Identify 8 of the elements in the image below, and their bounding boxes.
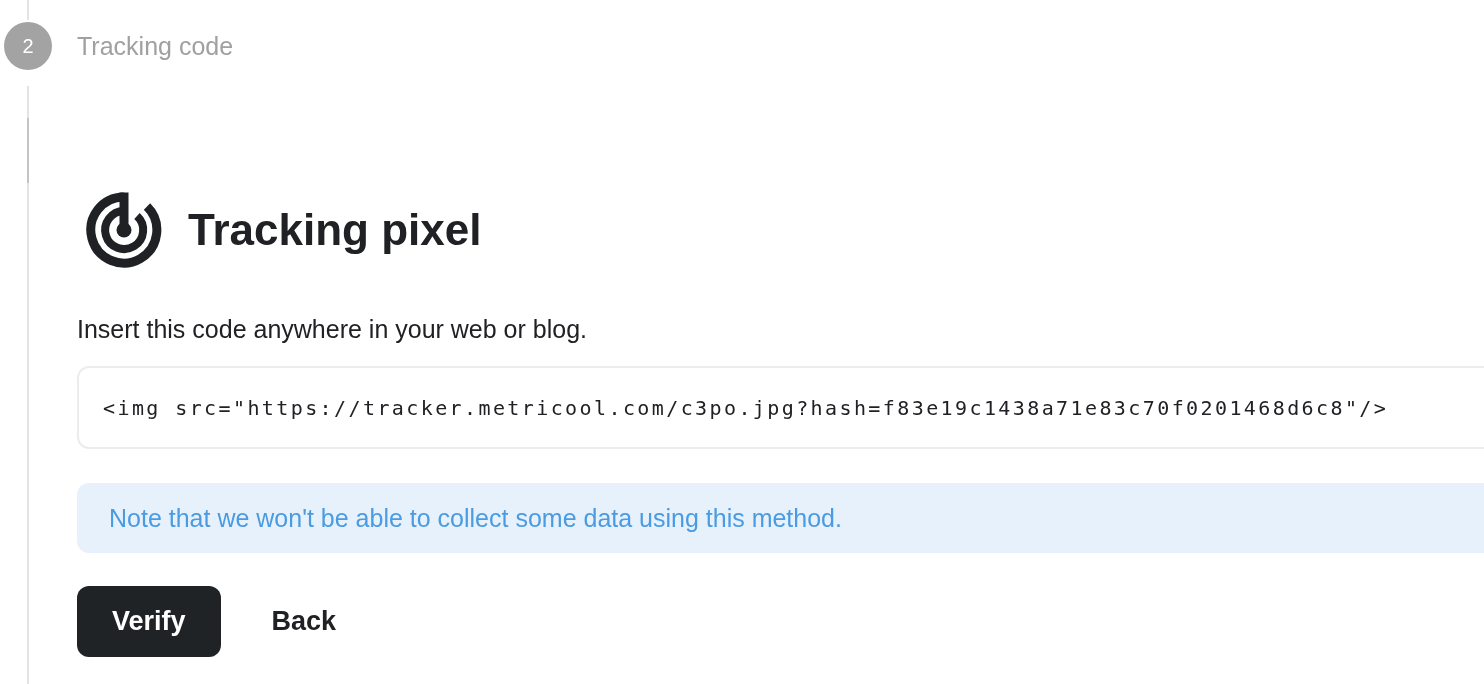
page-heading: Tracking pixel [188,205,482,255]
code-snippet[interactable]: <img src="https://tracker.metricool.com/c3po.jpg?hash=f83e19c1438a71e83c70f0201468d6c8"/> [77,366,1484,449]
info-note: Note that we won't be able to collect some data using this method. [77,483,1484,553]
target-icon [84,190,164,270]
instruction-text: Insert this code anywhere in your web or blog. [77,314,588,345]
verify-button[interactable]: Verify [77,586,221,657]
step-number: 2 [4,22,52,70]
step-title: Tracking code [77,31,234,62]
